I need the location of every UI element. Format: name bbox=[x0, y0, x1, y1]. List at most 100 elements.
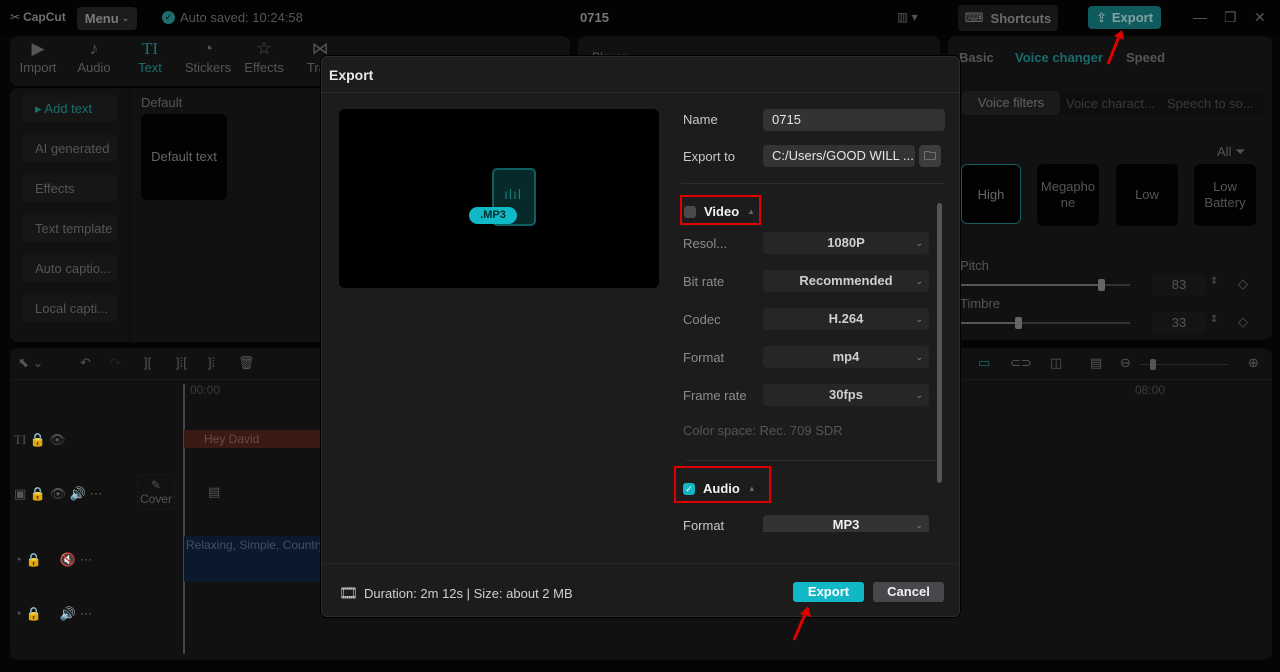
edit-icon: ✎ bbox=[150, 478, 162, 492]
timbre-slider-handle[interactable] bbox=[1015, 317, 1022, 329]
bitrate-select[interactable]: Recommended ⌄ bbox=[763, 270, 929, 292]
close-icon[interactable]: ✕ bbox=[1254, 9, 1266, 26]
nav-label: Add text bbox=[44, 101, 93, 116]
restore-icon[interactable]: ❐ bbox=[1224, 9, 1237, 26]
codec-label: Codec bbox=[683, 312, 721, 327]
subtab-voice-characters[interactable]: Voice charact... bbox=[1066, 96, 1155, 111]
pitch-stepper[interactable]: ⇕ bbox=[1210, 276, 1218, 287]
bitrate-label: Bit rate bbox=[683, 274, 725, 289]
chevron-down-icon: ⌄ bbox=[121, 13, 130, 23]
name-input[interactable]: 0715 bbox=[763, 109, 945, 131]
tool-audio[interactable]: ♪ Audio bbox=[66, 38, 122, 75]
menu-button[interactable]: Menu ⌄ bbox=[77, 7, 137, 30]
nav-effects[interactable]: Effects bbox=[22, 175, 117, 202]
preset-low-battery[interactable]: Low Battery bbox=[1194, 164, 1256, 226]
tab-speed[interactable]: Speed bbox=[1126, 50, 1165, 65]
resolution-select[interactable]: 1080P ⌄ bbox=[763, 232, 929, 254]
divider bbox=[686, 460, 936, 461]
top-export-button[interactable]: ⇪ Export bbox=[1088, 6, 1161, 29]
logo-text: CapCut bbox=[23, 10, 66, 24]
shortcuts-button[interactable]: ⌨ Shortcuts bbox=[958, 5, 1058, 31]
share-icon: ⇪ bbox=[1095, 9, 1107, 25]
codec-select[interactable]: H.264 ⌄ bbox=[763, 308, 929, 330]
redo-icon[interactable]: ↷ bbox=[110, 355, 121, 371]
cover-button[interactable]: ✎ Cover bbox=[137, 474, 175, 510]
nav-ai-generated[interactable]: AI generated bbox=[22, 135, 117, 162]
select-value: mp4 bbox=[832, 349, 860, 364]
tab-basic[interactable]: Basic bbox=[959, 50, 994, 65]
tool-label: Stickers bbox=[184, 60, 232, 75]
preset-low[interactable]: Low bbox=[1116, 164, 1178, 226]
zoom-slider[interactable] bbox=[1140, 359, 1228, 370]
nav-add-text[interactable]: ▸ Add text bbox=[22, 95, 117, 122]
chevron-down-icon: ⌄ bbox=[915, 276, 923, 286]
voice-panel: Basic Voice changer Speed Voice filters … bbox=[948, 36, 1272, 340]
tool-effects[interactable]: ☆ Effects bbox=[236, 38, 292, 75]
nav-text-template[interactable]: Text template bbox=[22, 215, 117, 242]
settings-scrollbar[interactable] bbox=[937, 203, 942, 483]
filter-all[interactable]: All ⏷ bbox=[1217, 144, 1245, 160]
timbre-keyframe-icon[interactable]: ◇ bbox=[1238, 314, 1248, 330]
framerate-label: Frame rate bbox=[683, 388, 747, 403]
export-path-input[interactable]: C:/Users/GOOD WILL ... bbox=[763, 145, 915, 167]
tool-import[interactable]: ▶ Import bbox=[10, 38, 66, 75]
preset-megaphone[interactable]: Megapho ne bbox=[1037, 164, 1099, 226]
audio-format-select[interactable]: MP3 ⌄ bbox=[763, 515, 929, 532]
zoom-slider-handle[interactable] bbox=[1150, 359, 1156, 370]
tool-text[interactable]: TI Text bbox=[122, 38, 178, 75]
preview-axis-icon[interactable]: ▤ bbox=[1090, 355, 1102, 371]
pitch-label: Pitch bbox=[960, 258, 989, 273]
divider bbox=[681, 183, 945, 184]
select-value: Recommended bbox=[799, 273, 893, 288]
pitch-keyframe-icon[interactable]: ◇ bbox=[1238, 276, 1248, 292]
magnet-icon[interactable]: ▭ bbox=[978, 355, 990, 371]
text-clip[interactable]: Hey David bbox=[184, 430, 320, 448]
split-icon[interactable]: ][ bbox=[144, 355, 151, 370]
tab-voice-changer[interactable]: Voice changer bbox=[1015, 50, 1103, 65]
preset-high[interactable]: High bbox=[961, 164, 1021, 224]
timbre-slider[interactable] bbox=[960, 317, 1130, 329]
layout-icon[interactable]: ▥ ▾ bbox=[897, 10, 918, 24]
zoom-out-icon[interactable]: ⊖ bbox=[1120, 355, 1131, 371]
chevron-down-icon: ⌄ bbox=[915, 238, 923, 248]
color-space-text: Color space: Rec. 709 SDR bbox=[683, 423, 843, 438]
pitch-slider[interactable] bbox=[960, 279, 1130, 291]
nav-local-captions[interactable]: Local capti... bbox=[22, 295, 117, 322]
audio-clip[interactable]: Relaxing, Simple, Country bbox=[184, 536, 320, 582]
undo-icon[interactable]: ↶ bbox=[80, 355, 91, 371]
video-placeholder-icon: ▤ bbox=[208, 484, 221, 499]
link-icon[interactable]: ⊂⊃ bbox=[1010, 355, 1032, 371]
minimize-icon[interactable]: — bbox=[1193, 9, 1207, 25]
split-screen-icon[interactable]: ◫ bbox=[1050, 355, 1062, 371]
export-preview: ılıl .MP3 bbox=[339, 109, 659, 288]
video-format-select[interactable]: mp4 ⌄ bbox=[763, 346, 929, 368]
select-tool-icon[interactable]: ⬉ ⌄ bbox=[18, 355, 43, 371]
pitch-slider-handle[interactable] bbox=[1098, 279, 1105, 291]
annotation-arrow-bottom bbox=[792, 606, 811, 641]
audio-track-icons: ◔ 🔒 🔇 ⋯ bbox=[14, 552, 93, 567]
timbre-stepper[interactable]: ⇕ bbox=[1210, 314, 1218, 325]
export-button[interactable]: Export bbox=[793, 582, 864, 602]
menu-label: Menu bbox=[84, 11, 119, 26]
zoom-in-icon[interactable]: ⊕ bbox=[1248, 355, 1259, 371]
name-label: Name bbox=[683, 112, 718, 127]
framerate-select[interactable]: 30fps ⌄ bbox=[763, 384, 929, 406]
timbre-value-input[interactable]: 33 bbox=[1152, 312, 1206, 334]
split-left-icon[interactable]: ]⁞[ bbox=[176, 355, 187, 370]
select-value: 1080P bbox=[827, 235, 865, 250]
playhead[interactable] bbox=[183, 384, 185, 654]
tool-stickers[interactable]: ◔ Stickers bbox=[180, 38, 236, 75]
nav-auto-captions[interactable]: Auto captio... bbox=[22, 255, 117, 282]
cancel-button[interactable]: Cancel bbox=[873, 582, 944, 602]
folder-icon[interactable]: 🗀 bbox=[919, 145, 941, 167]
annotation-box-audio bbox=[674, 466, 771, 503]
subtab-voice-filters[interactable]: Voice filters bbox=[962, 91, 1060, 115]
subtab-bar: Voice filters Voice charact... Speech to… bbox=[962, 91, 1264, 115]
default-text-card[interactable]: Default text bbox=[141, 114, 227, 200]
delete-icon[interactable]: 🗑 bbox=[238, 355, 255, 371]
split-right-icon[interactable]: ]⁞ bbox=[208, 355, 215, 370]
pitch-value-input[interactable]: 83 bbox=[1152, 274, 1206, 296]
shortcuts-label: Shortcuts bbox=[990, 10, 1052, 26]
subtab-speech-to-song[interactable]: Speech to so... bbox=[1167, 96, 1254, 111]
filter-icon: ⏷ bbox=[1235, 144, 1246, 159]
